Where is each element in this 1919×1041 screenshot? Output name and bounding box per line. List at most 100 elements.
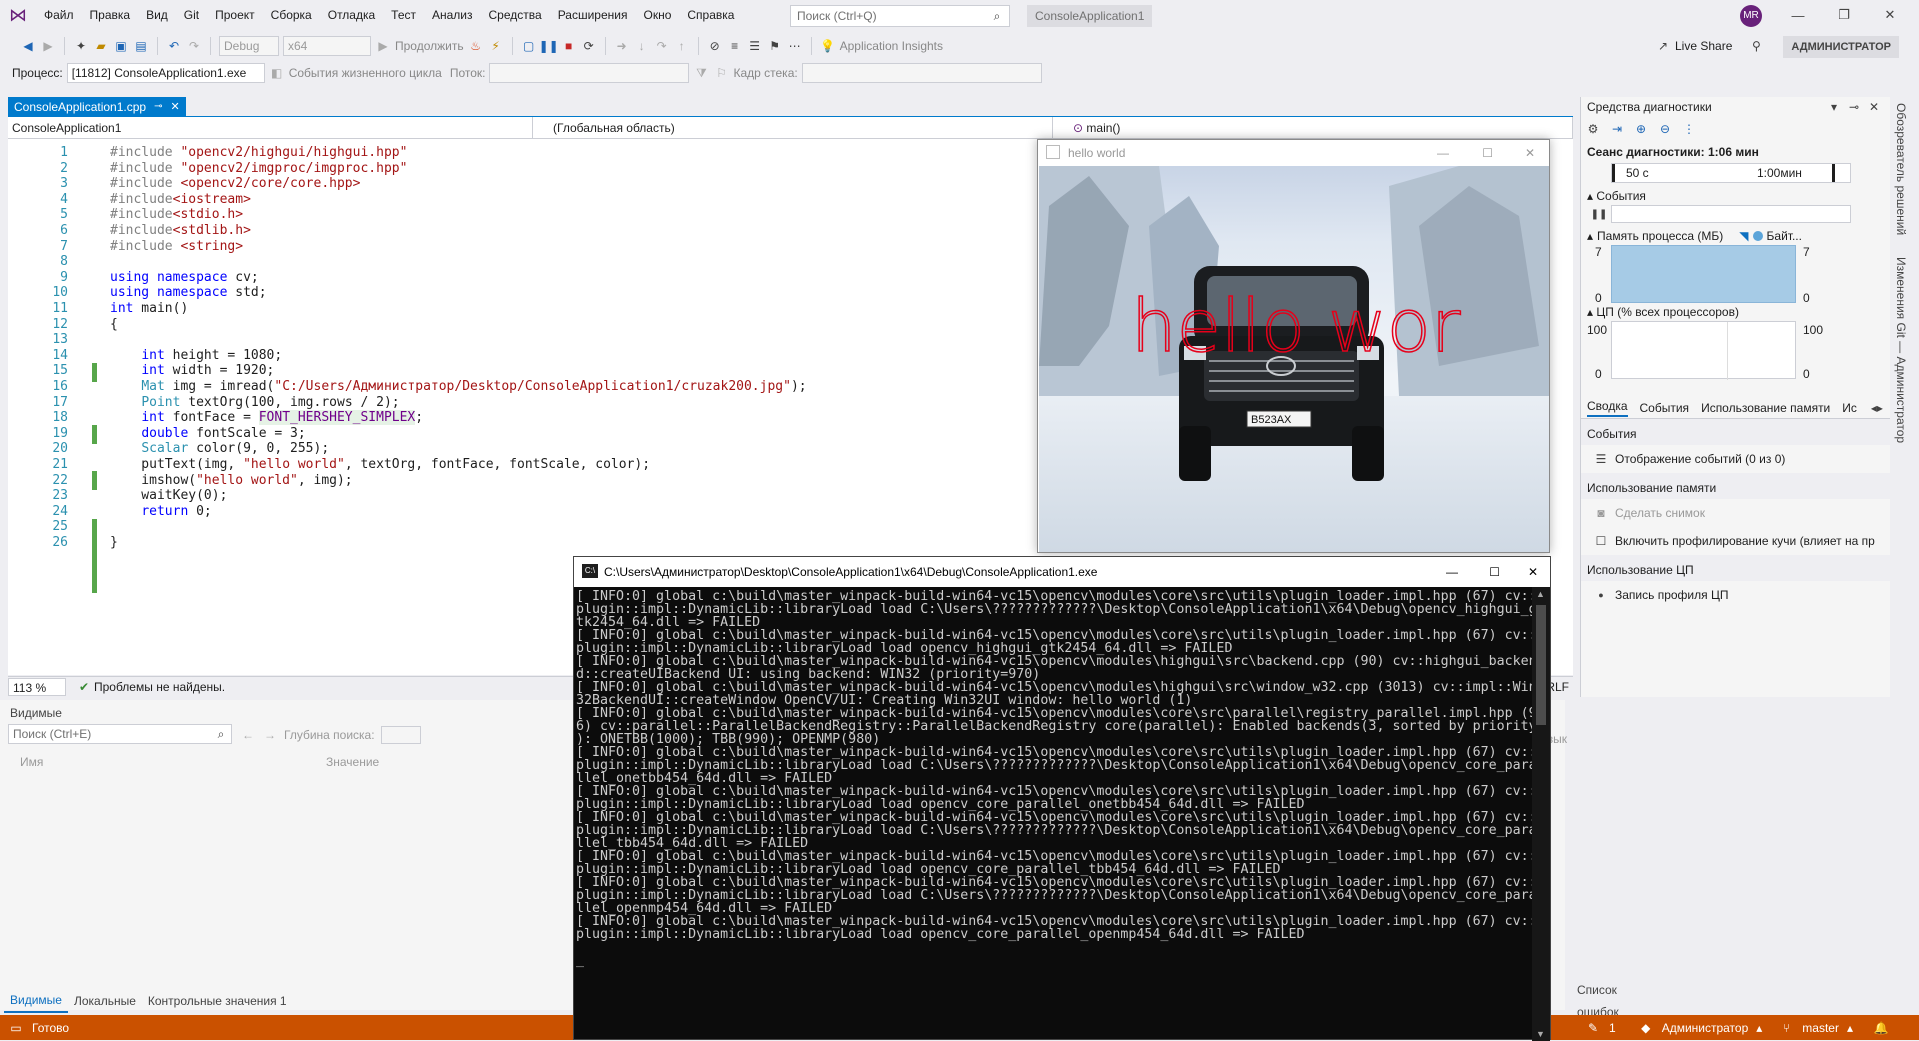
tab-git-changes[interactable]: Изменения Git — Администратор	[1894, 251, 1908, 449]
menu-help[interactable]: Справка	[679, 0, 742, 30]
menu-debug[interactable]: Отладка	[320, 0, 383, 30]
menu-file[interactable]: Файл	[36, 0, 82, 30]
console-titlebar[interactable]: C:\ C:\Users\Администратор\Desktop\Conso…	[574, 557, 1550, 587]
pin-icon[interactable]: ⊸	[1846, 99, 1862, 115]
restart-icon[interactable]: ⟳	[581, 38, 597, 54]
hot-reload-icon[interactable]: ⚡	[488, 38, 504, 54]
menu-build[interactable]: Сборка	[263, 0, 320, 30]
menu-tools[interactable]: Средства	[481, 0, 550, 30]
tab-locals[interactable]: Локальные	[68, 990, 142, 1012]
comment-icon[interactable]: ☰	[747, 38, 763, 54]
play-icon[interactable]: ▶	[375, 38, 391, 54]
scroll-down-icon[interactable]: ▼	[1536, 1029, 1545, 1039]
document-tab[interactable]: ConsoleApplication1.cpp ⊸ ✕	[8, 97, 186, 117]
open-folder-icon[interactable]: ▰	[93, 38, 109, 54]
show-next-statement-icon[interactable]: ➜	[614, 38, 630, 54]
screenshot-icon[interactable]: ▢	[521, 38, 537, 54]
branch-icon[interactable]: ⑂	[1778, 1020, 1794, 1036]
avatar[interactable]: MR	[1740, 5, 1762, 27]
status-user-dropdown[interactable]: ▴	[1756, 1021, 1762, 1035]
reset-zoom-icon[interactable]: ⋮	[1681, 121, 1697, 137]
back-arrow-icon[interactable]: ←	[240, 727, 256, 743]
filter-icon[interactable]: ⧩	[693, 65, 709, 81]
minimize-icon[interactable]: —	[1446, 557, 1458, 587]
redo-icon[interactable]: ↷	[186, 38, 202, 54]
column-value[interactable]: Значение	[326, 755, 379, 769]
lifecycle-button[interactable]: События жизненного цикла	[289, 66, 442, 80]
project-nav-select[interactable]: ConsoleApplication1	[8, 116, 533, 139]
platform-select[interactable]: x64	[283, 36, 371, 56]
cpu-profile-button[interactable]: ● Запись профиля ЦП	[1581, 581, 1890, 609]
close-icon[interactable]: ✕	[1867, 0, 1913, 30]
search-input[interactable]: Поиск (Ctrl+Q) ⌕	[790, 5, 1010, 27]
tab-cpu-usage[interactable]: Ис	[1842, 401, 1857, 415]
tab-summary[interactable]: Сводка	[1587, 399, 1628, 417]
column-name[interactable]: Имя	[20, 755, 43, 769]
console-scrollbar[interactable]: ▲ ▼	[1532, 587, 1550, 1041]
tabs-scroll-icon[interactable]: ◂▸	[1869, 400, 1885, 416]
heap-profiling-checkbox[interactable]: ☐ Включить профилирование кучи (влияет н…	[1581, 527, 1890, 555]
export-icon[interactable]: ⇥	[1609, 121, 1625, 137]
pause-icon[interactable]: ❚❚	[539, 38, 559, 54]
step-over-icon[interactable]: ↷	[654, 38, 670, 54]
tab-watch-1[interactable]: Контрольные значения 1	[142, 990, 293, 1012]
step-out-icon[interactable]: ↑	[674, 38, 690, 54]
menu-test[interactable]: Тест	[383, 0, 424, 30]
timeline-start[interactable]	[1612, 164, 1615, 182]
thread-select[interactable]	[489, 63, 690, 83]
menu-window[interactable]: Окно	[635, 0, 679, 30]
live-share[interactable]: ↗ Live Share ⚲	[1655, 38, 1764, 54]
status-branch-dropdown[interactable]: ▴	[1847, 1021, 1853, 1035]
stack-frame-select[interactable]	[801, 63, 1042, 83]
menu-extensions[interactable]: Расширения	[550, 0, 636, 30]
flag-icon[interactable]: ⚐	[713, 65, 729, 81]
snapshot-button[interactable]: ◙ Сделать снимок	[1581, 499, 1890, 527]
pencil-icon[interactable]: ✎	[1585, 1020, 1601, 1036]
bookmark-icon[interactable]: ⚑	[767, 38, 783, 54]
autos-search-input[interactable]: Поиск (Ctrl+E) ⌕	[8, 724, 232, 744]
app-insights-icon[interactable]: 💡	[820, 38, 836, 54]
save-icon[interactable]: ▣	[113, 38, 129, 54]
zoom-in-icon[interactable]: ⊕	[1633, 121, 1649, 137]
timeline-ruler[interactable]: 50 с 1:00мин	[1611, 163, 1851, 183]
events-chart[interactable]	[1611, 205, 1851, 223]
menu-edit[interactable]: Правка	[82, 0, 139, 30]
scroll-up-icon[interactable]: ▲	[1536, 589, 1545, 599]
menu-analyze[interactable]: Анализ	[424, 0, 481, 30]
step-into-icon[interactable]: ↓	[634, 38, 650, 54]
pin-icon[interactable]: ⊸	[154, 97, 162, 117]
console-output[interactable]: [ INFO:0] global c:\build\master_winpack…	[574, 587, 1532, 1041]
undo-icon[interactable]: ↶	[166, 38, 182, 54]
fire-icon[interactable]: ♨	[468, 38, 484, 54]
configuration-select[interactable]: Debug	[219, 36, 279, 56]
scope-nav-select[interactable]: (Глобальная область)	[533, 116, 1053, 139]
opencv-image-window[interactable]: hello world — ☐ ✕ В523АХ hello wor	[1037, 139, 1550, 553]
depth-select[interactable]	[380, 726, 421, 744]
notifications-icon[interactable]: 🔔	[1873, 1020, 1889, 1036]
dropdown-icon[interactable]: ▾	[1826, 99, 1842, 115]
stop-icon[interactable]: ■	[561, 38, 577, 54]
maximize-icon[interactable]: ☐	[1489, 557, 1500, 587]
memory-legend[interactable]: Байт...	[1767, 229, 1802, 243]
cpu-chart[interactable]	[1611, 321, 1796, 380]
threads-icon[interactable]: ≡	[727, 38, 743, 54]
tab-memory-usage[interactable]: Использование памяти	[1701, 401, 1830, 415]
tab-events[interactable]: События	[1640, 401, 1690, 415]
forward-arrow-icon[interactable]: →	[262, 727, 278, 743]
settings-icon[interactable]: ⚙	[1585, 121, 1601, 137]
app-insights-button[interactable]: Application Insights	[840, 39, 943, 53]
feedback-icon[interactable]: ⚲	[1748, 38, 1764, 54]
restore-icon[interactable]: ❐	[1821, 0, 1867, 30]
process-select[interactable]: [11812] ConsoleApplication1.exe	[66, 63, 265, 83]
forward-icon[interactable]: ▶	[40, 38, 56, 54]
show-events-link[interactable]: ☰ Отображение событий (0 из 0)	[1581, 445, 1890, 473]
member-nav-select[interactable]: ⊙ main()	[1053, 116, 1573, 139]
save-all-icon[interactable]: ▤	[133, 38, 149, 54]
lifecycle-icon[interactable]: ◧	[269, 65, 285, 81]
status-user[interactable]: Администратор	[1662, 1021, 1749, 1035]
console-window[interactable]: C:\ C:\Users\Администратор\Desktop\Conso…	[573, 556, 1551, 1041]
admin-badge[interactable]: АДМИНИСТРАТОР	[1783, 36, 1899, 58]
back-icon[interactable]: ◀	[20, 38, 36, 54]
hex-icon[interactable]: ⊘	[707, 38, 723, 54]
new-item-icon[interactable]: ✦	[73, 38, 89, 54]
